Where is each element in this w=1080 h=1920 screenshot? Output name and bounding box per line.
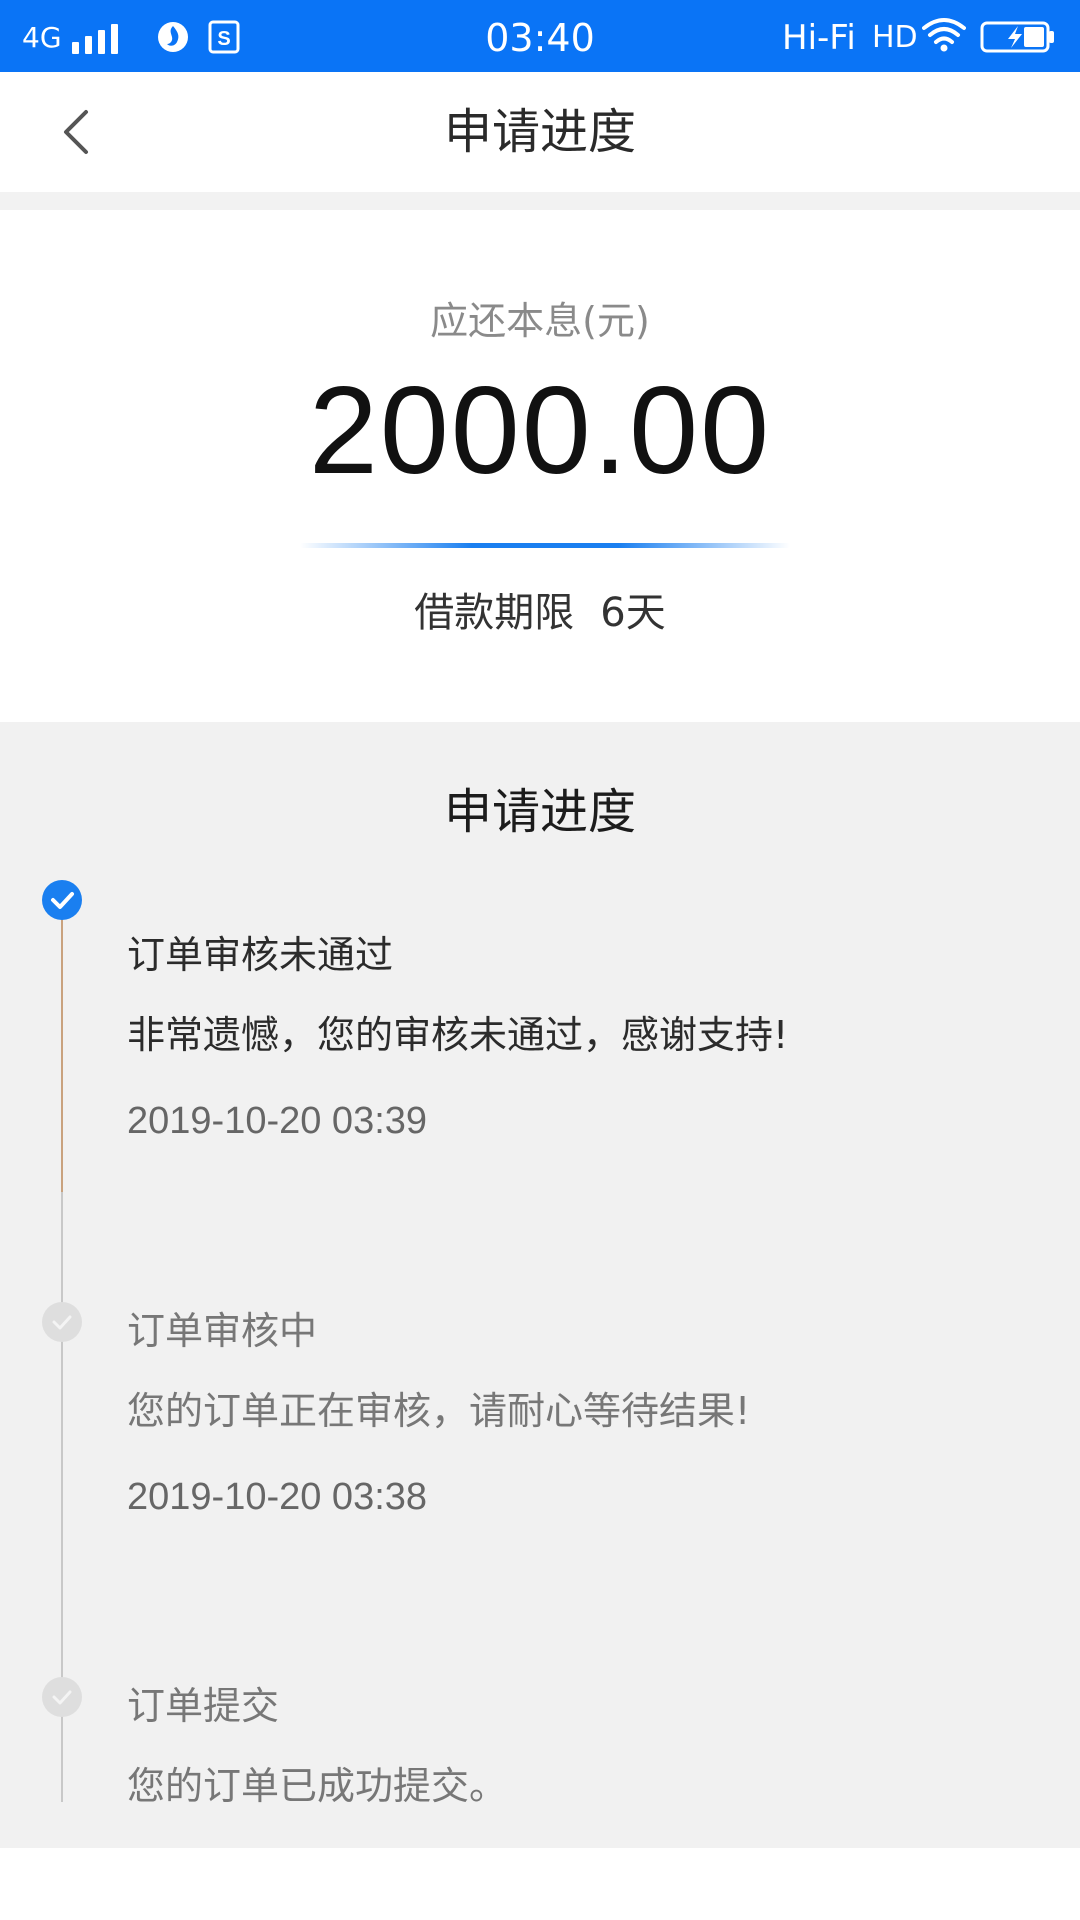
amount-divider xyxy=(300,543,790,548)
progress-section: 申请进度 订单审核未通过 非常遗憾，您的审核未通过，感谢支持! 2019-10-… xyxy=(0,722,1080,1848)
step-title: 订单提交 xyxy=(127,1684,280,1728)
step-description: 您的订单已成功提交。 xyxy=(127,1764,508,1808)
step-time: 2019-10-20 03:38 xyxy=(127,1476,428,1518)
battery-icon xyxy=(980,21,1054,53)
check-circle-icon xyxy=(42,1677,82,1717)
page-title: 申请进度 xyxy=(443,104,636,160)
step-time: 2019-10-20 03:39 xyxy=(127,1100,428,1142)
progress-title: 申请进度 xyxy=(443,784,636,840)
step-title: 订单审核未通过 xyxy=(127,933,394,977)
clock: 03:40 xyxy=(485,16,595,60)
term-value: 6天 xyxy=(600,590,666,636)
check-circle-icon xyxy=(42,880,82,920)
step-description: 非常遗憾，您的审核未通过，感谢支持! xyxy=(127,1013,789,1057)
term-label: 借款期限 xyxy=(414,590,575,636)
bottom-spacer xyxy=(0,1848,1080,1920)
wifi-icon xyxy=(922,18,966,52)
check-circle-icon xyxy=(42,1302,82,1342)
hd-label: HD xyxy=(872,20,918,55)
timeline-line-active xyxy=(61,900,63,1192)
section-divider xyxy=(0,192,1080,210)
chevron-left-icon[interactable] xyxy=(50,102,110,162)
step-title: 订单审核中 xyxy=(127,1309,318,1353)
loan-term: 借款期限 6天 xyxy=(0,580,1080,638)
step-description: 您的订单正在审核，请耐心等待结果! xyxy=(127,1389,751,1433)
amount-label: 应还本息(元) xyxy=(430,299,650,343)
loan-summary-card: 应还本息(元) 2000.00 借款期限 6天 xyxy=(0,210,1080,722)
hifi-label: Hi-Fi xyxy=(782,18,856,58)
amount-value: 2000.00 xyxy=(308,362,772,500)
status-bar: 4G S 03:40 Hi-Fi HD xyxy=(0,0,1080,72)
nav-bar: 申请进度 xyxy=(0,72,1080,192)
